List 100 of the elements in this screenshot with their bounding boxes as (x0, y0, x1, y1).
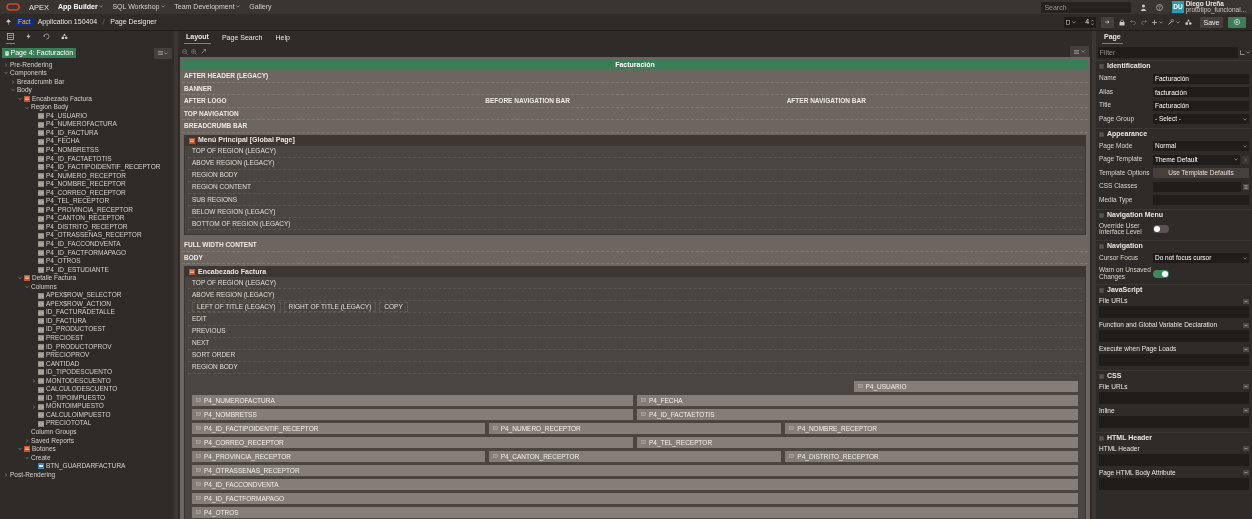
chevron-down-icon[interactable] (10, 88, 15, 93)
field-icon (38, 198, 44, 205)
field-icon (196, 454, 201, 459)
button-icon (38, 463, 44, 470)
field-icon (196, 482, 201, 487)
field-icon (857, 384, 863, 389)
wrench-icon (1167, 19, 1174, 25)
collapse-icon[interactable] (1099, 63, 1104, 69)
loop-icon (43, 33, 50, 40)
collapse-icon[interactable] (1099, 212, 1104, 218)
go-button[interactable] (1242, 155, 1249, 164)
chevron-down-icon[interactable] (24, 285, 29, 289)
chevron-down-icon[interactable] (17, 96, 22, 101)
region-icon (24, 446, 30, 453)
field-icon (196, 496, 201, 501)
field-icon (196, 398, 201, 403)
caret-icon (1243, 117, 1247, 121)
expand-icon[interactable] (200, 49, 206, 54)
undo-icon[interactable] (1130, 19, 1137, 25)
shapes-icon[interactable] (1184, 19, 1192, 25)
field-icon (641, 398, 646, 403)
people-icon[interactable] (1139, 3, 1147, 11)
region-icon (189, 137, 195, 144)
chevron-right-icon[interactable] (3, 62, 8, 67)
caret-icon (1175, 20, 1180, 24)
chevron-down-icon[interactable] (3, 71, 8, 76)
menu-button[interactable] (1069, 46, 1089, 57)
redo-icon[interactable] (1141, 19, 1148, 25)
field-icon (196, 426, 201, 431)
field-icon (38, 378, 44, 384)
chevron-down-icon[interactable] (24, 105, 29, 110)
toggle-switch[interactable] (1153, 225, 1169, 234)
region-icon (24, 95, 30, 102)
field-icon (196, 510, 201, 515)
menu-button[interactable] (153, 47, 173, 59)
zoom-in-icon[interactable] (191, 48, 197, 55)
pin-icon[interactable] (6, 19, 11, 25)
settings-icon (1239, 49, 1245, 55)
field-icon (492, 426, 498, 431)
field-icon (492, 454, 498, 459)
collapse-icon[interactable] (1099, 435, 1104, 441)
code-editor-icon[interactable] (1243, 470, 1249, 475)
field-icon (196, 440, 201, 445)
play-icon (1234, 19, 1240, 25)
caret-icon (236, 5, 241, 9)
chevron-right-icon[interactable] (10, 79, 15, 84)
chevron-down-icon[interactable] (17, 447, 22, 452)
code-editor-icon[interactable] (1243, 408, 1249, 414)
utilities-menu[interactable] (1167, 19, 1180, 25)
run-button[interactable] (1228, 16, 1246, 28)
field-icon (196, 412, 201, 417)
field-icon (38, 369, 44, 376)
plus-icon (1152, 19, 1158, 25)
collapse-icon[interactable] (1099, 373, 1104, 379)
code-editor-icon[interactable] (1243, 346, 1249, 352)
chevron-right-icon[interactable] (31, 404, 36, 409)
caret-icon (1243, 256, 1247, 260)
collapse-icon[interactable] (1099, 131, 1104, 137)
caret-icon (1234, 158, 1238, 162)
chevron-down-icon[interactable] (24, 455, 29, 460)
region-icon (189, 269, 195, 276)
caret-icon (1080, 50, 1085, 53)
logo-icon (6, 3, 20, 11)
toggle-switch[interactable] (1153, 269, 1169, 278)
code-editor-icon[interactable] (1243, 322, 1249, 328)
region-icon (24, 275, 30, 282)
field-icon (196, 468, 201, 473)
caret-icon (1158, 20, 1163, 24)
create-menu[interactable] (1152, 19, 1163, 25)
help-icon[interactable] (1155, 3, 1163, 11)
picker-icon[interactable] (1243, 183, 1249, 190)
collapse-icon[interactable] (1099, 288, 1104, 293)
field-icon (641, 412, 646, 417)
lightning-icon (25, 33, 32, 40)
chevron-down-icon[interactable] (17, 276, 22, 281)
collapse-icon[interactable] (1099, 243, 1104, 249)
menu-icon (157, 51, 163, 56)
caret-icon (1243, 144, 1247, 148)
caret-icon (164, 51, 169, 55)
field-icon (38, 386, 44, 393)
shapes-icon (61, 33, 68, 40)
field-icon (789, 426, 795, 431)
settings-menu[interactable] (1239, 49, 1251, 55)
field-icon (641, 440, 646, 445)
caret-icon (1246, 50, 1251, 54)
list-icon (7, 33, 14, 40)
code-editor-icon[interactable] (1243, 446, 1249, 451)
chevron-right-icon[interactable] (24, 438, 29, 443)
panel-tab[interactable] (6, 33, 15, 44)
lock-icon[interactable] (1119, 18, 1126, 26)
menu-icon (1073, 49, 1079, 54)
caret-icon (161, 5, 166, 9)
zoom-out-icon[interactable] (181, 48, 188, 55)
code-editor-icon[interactable] (1243, 384, 1249, 390)
arrow-icon (1105, 20, 1111, 24)
caret-icon (1072, 20, 1077, 24)
document-icon (1066, 19, 1071, 25)
field-icon (38, 292, 44, 299)
page-icon (4, 50, 9, 56)
code-editor-icon[interactable] (1243, 298, 1249, 304)
